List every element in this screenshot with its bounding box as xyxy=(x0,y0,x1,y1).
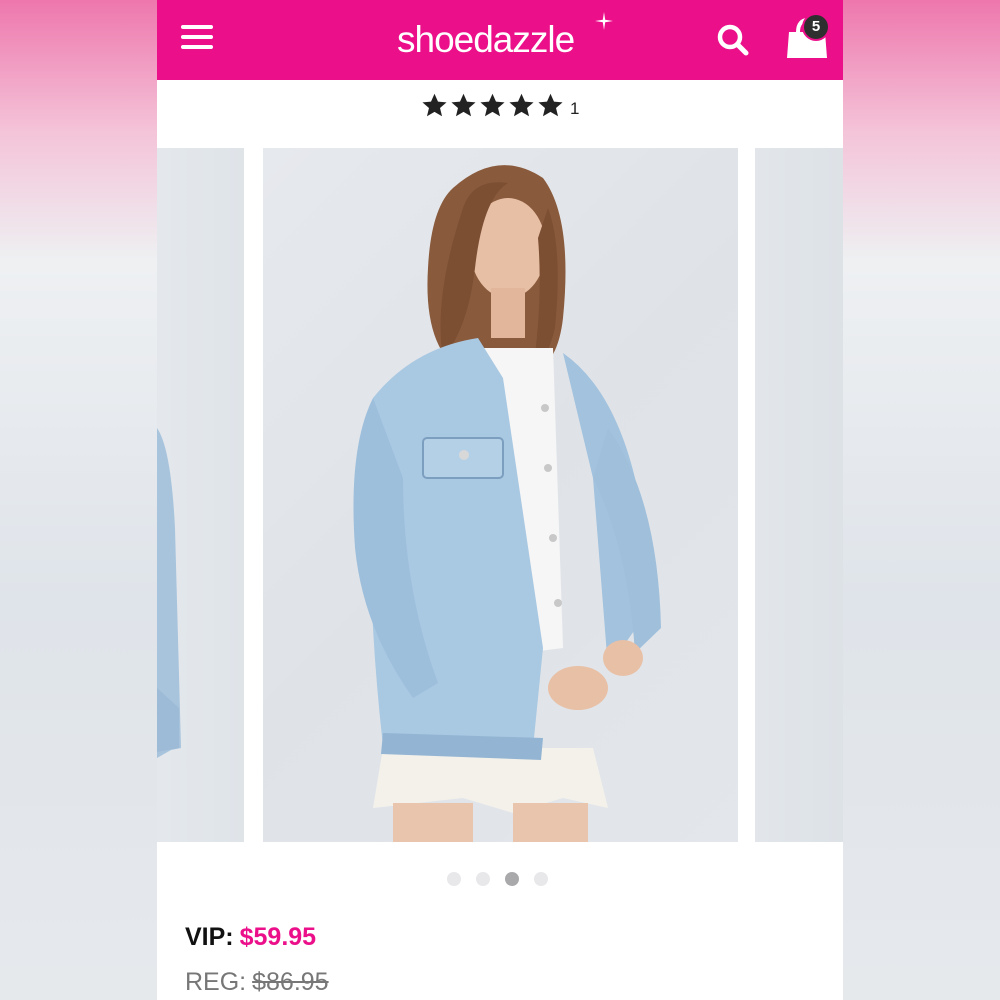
star-icon xyxy=(422,93,447,116)
sparkle-icon xyxy=(595,12,613,30)
vip-price-amount: $59.95 xyxy=(239,923,317,951)
vip-price-label: VIP: xyxy=(185,923,234,951)
vip-price: VIP: $59.95 xyxy=(185,923,316,952)
product-rating[interactable]: 1 xyxy=(421,90,579,120)
carousel-dot[interactable] xyxy=(534,872,548,886)
product-image-carousel[interactable] xyxy=(157,148,843,842)
star-icon xyxy=(451,93,476,116)
regular-price-amount: $86.95 xyxy=(252,968,329,996)
background-left xyxy=(0,0,157,1000)
star-icon xyxy=(538,93,563,116)
previous-slide-jacket-sleeve xyxy=(157,428,181,758)
mobile-page: shoedazzle 5 1 VIP: $59.95 REG: $86.95 xyxy=(157,0,843,1000)
site-header: shoedazzle 5 xyxy=(157,0,843,80)
carousel-dot[interactable] xyxy=(476,872,490,886)
carousel-pagination xyxy=(447,872,563,886)
review-count: 1 xyxy=(570,99,580,118)
model-wearing-denim-jacket xyxy=(353,165,661,842)
star-icon xyxy=(509,93,534,116)
previous-slide[interactable] xyxy=(157,148,244,842)
brand-logo[interactable]: shoedazzle xyxy=(397,18,617,62)
star-icon xyxy=(480,93,505,116)
regular-price-label: REG: xyxy=(185,968,247,996)
next-slide[interactable] xyxy=(755,148,843,842)
regular-price: REG: $86.95 xyxy=(185,968,329,997)
carousel-dot-active[interactable] xyxy=(505,872,519,886)
background-right xyxy=(843,0,1000,1000)
product-main-image[interactable] xyxy=(263,148,738,842)
carousel-dot[interactable] xyxy=(447,872,461,886)
cart-count-badge: 5 xyxy=(802,13,830,41)
hamburger-menu-icon[interactable] xyxy=(179,22,215,54)
search-icon[interactable] xyxy=(715,22,751,58)
